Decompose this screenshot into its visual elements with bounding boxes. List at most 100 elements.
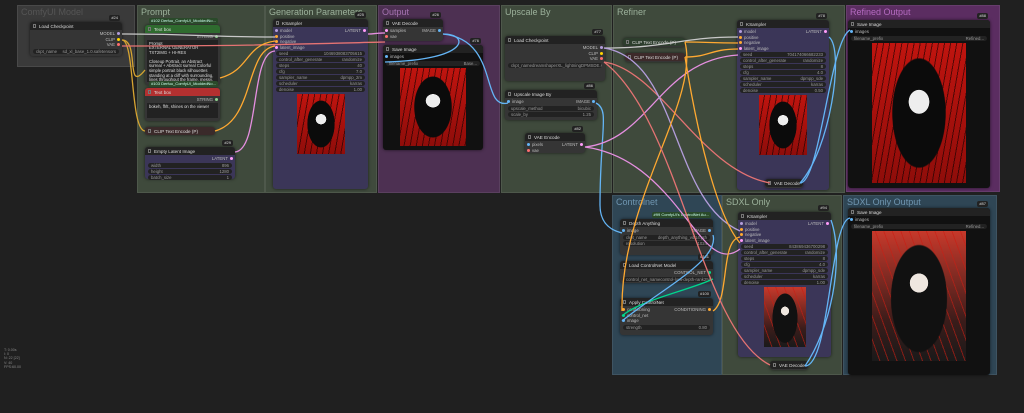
- input-slot[interactable]: images: [850, 217, 869, 223]
- widget-batch-size[interactable]: batch_size 1: [148, 174, 232, 180]
- widget-denoise[interactable]: denoise 1.00: [276, 87, 365, 92]
- node-collapse-icon[interactable]: [740, 22, 743, 26]
- node-title-bar[interactable]: Load Checkpoint: [505, 36, 605, 44]
- node-collapse-icon[interactable]: [851, 22, 854, 26]
- output-dot-icon[interactable]: [826, 222, 829, 226]
- input-slot[interactable]: latent_image: [739, 46, 769, 52]
- output-dot-icon[interactable]: [708, 229, 711, 233]
- output-dot-icon[interactable]: [117, 43, 120, 47]
- widget-scheduler[interactable]: scheduler karras: [741, 274, 828, 279]
- widget-sampler-name[interactable]: sampler_name dpmpp_sde: [741, 268, 828, 273]
- node-collapse-icon[interactable]: [148, 129, 151, 133]
- group-title[interactable]: Upscale By: [502, 6, 611, 18]
- node-collapse-icon[interactable]: [148, 149, 151, 153]
- output-dot-icon[interactable]: [363, 29, 366, 33]
- output-slot[interactable]: CONDITIONING: [674, 307, 711, 313]
- input-dot-icon[interactable]: [275, 45, 278, 49]
- output-dot-icon[interactable]: [215, 35, 218, 39]
- widget-sampler-name[interactable]: sampler_name dpmpp_2m: [276, 75, 365, 80]
- widget-width[interactable]: width 896: [148, 162, 232, 168]
- output-slot[interactable]: LATENT: [212, 156, 233, 162]
- widget-cfg[interactable]: cfg 4.0: [741, 262, 828, 267]
- node-title-bar[interactable]: KSampler: [737, 20, 829, 28]
- widget-steps[interactable]: steps 8: [740, 64, 826, 69]
- widget-steps[interactable]: steps 8: [741, 256, 828, 261]
- node-save-image[interactable]: #87 Save Image images filename_prefix Refine…: [848, 201, 990, 375]
- input-slot[interactable]: latent_image: [740, 238, 770, 244]
- node-title-bar[interactable]: Save Image: [848, 208, 990, 216]
- input-dot-icon[interactable]: [275, 29, 278, 33]
- node-title-bar[interactable]: Empty Latent Image: [145, 147, 235, 155]
- input-slot[interactable]: image: [622, 228, 639, 234]
- node-ksampler[interactable]: #25 KSampler model LATENT positive negative la…: [273, 12, 368, 189]
- input-slot[interactable]: image: [622, 318, 639, 324]
- node-collapse-icon[interactable]: [768, 181, 771, 185]
- node-load-checkpoint[interactable]: #77 Load Checkpoint MODEL CLIP VAE ckpt_name d…: [505, 29, 605, 81]
- widget-resolution[interactable]: resolution 1024: [623, 240, 710, 246]
- node-collapse-icon[interactable]: [623, 221, 626, 225]
- node-title-bar[interactable]: Apply ControlNet: [620, 298, 713, 306]
- widget-scale-by[interactable]: scale_by 1.25: [508, 111, 594, 117]
- node-title-bar[interactable]: KSampler: [738, 212, 831, 220]
- input-slot[interactable]: images: [850, 29, 869, 35]
- input-dot-icon[interactable]: [739, 46, 742, 50]
- node-title-bar[interactable]: VAE Decode: [770, 361, 808, 369]
- input-dot-icon[interactable]: [850, 30, 853, 34]
- widget-steps[interactable]: steps 40: [276, 63, 365, 68]
- widget-filename-prefix[interactable]: filename_prefix Base...: [386, 60, 480, 66]
- widget-height[interactable]: height 1280: [148, 168, 232, 174]
- node-collapse-icon[interactable]: [851, 210, 854, 214]
- input-dot-icon[interactable]: [527, 143, 530, 147]
- node-vae-decode[interactable]: VAE Decode: [770, 361, 808, 370]
- input-dot-icon[interactable]: [740, 233, 743, 237]
- input-dot-icon[interactable]: [622, 313, 625, 317]
- output-slot[interactable]: STRING: [197, 34, 218, 40]
- input-dot-icon[interactable]: [527, 148, 530, 152]
- node-clip-text-encode-p[interactable]: CLIP Text Encode (P): [145, 127, 215, 135]
- widget-control-after-generate[interactable]: control_after_generate randomize: [276, 57, 365, 62]
- node-upscale-image-by[interactable]: #86 Upscale Image By image IMAGE upscale_met…: [505, 83, 597, 120]
- node-collapse-icon[interactable]: [508, 38, 511, 42]
- group-title[interactable]: SDXL Only Output: [844, 196, 996, 208]
- node-vae-encode[interactable]: #82 VAE Encode pixels LATENT vae: [525, 126, 585, 153]
- widget-scheduler[interactable]: scheduler karras: [740, 82, 826, 87]
- widget-control-after-generate[interactable]: control_after_generate randomize: [741, 250, 828, 255]
- node-title-bar[interactable]: CLIP Text Encode (P): [623, 38, 685, 46]
- node-clip-text-encode-p[interactable]: CLIP Text Encode (P): [625, 53, 685, 62]
- input-dot-icon[interactable]: [739, 41, 742, 45]
- output-dot-icon[interactable]: [580, 143, 583, 147]
- node-ksampler[interactable]: #94 KSampler model LATENT positive negative la…: [738, 205, 831, 357]
- widget-filename-prefix[interactable]: filename_prefix Refined...: [851, 35, 987, 41]
- node-collapse-icon[interactable]: [386, 47, 389, 51]
- node-collapse-icon[interactable]: [33, 24, 36, 28]
- input-dot-icon[interactable]: [385, 34, 388, 38]
- output-dot-icon[interactable]: [600, 57, 603, 61]
- node-graph-canvas[interactable]: ComfyUI Model Prompt Generation Parameters…: [0, 0, 1024, 413]
- widget-control-net-name[interactable]: control_net_name control-lora-depth-rank2…: [623, 276, 710, 282]
- node-collapse-icon[interactable]: [628, 55, 631, 59]
- node-text-box[interactable]: #103 Derfuu_ComfyUI_ModdedNo... Text box S…: [145, 81, 220, 121]
- node-title-bar[interactable]: Upscale Image By: [505, 90, 597, 98]
- widget-filename-prefix[interactable]: filename_prefix Refined...: [851, 223, 987, 229]
- widget-strength[interactable]: strength 0.80: [623, 324, 710, 330]
- output-dot-icon[interactable]: [215, 98, 218, 102]
- widget-seed[interactable]: seed 704174066682233: [740, 52, 826, 57]
- input-dot-icon[interactable]: [507, 100, 510, 104]
- node-collapse-icon[interactable]: [508, 92, 511, 96]
- node-collapse-icon[interactable]: [623, 300, 626, 304]
- node-title-bar[interactable]: Text box: [145, 25, 220, 33]
- node-depth-anything[interactable]: #99 ComfyUI's ControlNet Au... Depth Anyt…: [620, 212, 713, 255]
- text-content[interactable]: bokeh, ffrlt, shines on the viewer: [147, 102, 218, 118]
- output-slot[interactable]: VAE: [107, 42, 120, 48]
- output-dot-icon[interactable]: [592, 100, 595, 104]
- output-slot[interactable]: IMAGE: [576, 99, 595, 105]
- node-title-bar[interactable]: Depth Anything: [620, 219, 713, 227]
- output-slot[interactable]: STRING: [197, 97, 218, 103]
- node-load-controlnet-model[interactable]: #101 Load ControlNet Model CONTROL_NET cont…: [620, 254, 713, 283]
- input-slot[interactable]: images: [385, 54, 404, 60]
- node-save-image[interactable]: #88 Save Image images filename_prefix Refine…: [848, 13, 990, 188]
- node-title-bar[interactable]: Load Checkpoint: [30, 22, 122, 30]
- output-slot[interactable]: IMAGE: [692, 228, 711, 234]
- output-dot-icon[interactable]: [117, 37, 120, 41]
- widget-cfg[interactable]: cfg 7.0: [276, 69, 365, 74]
